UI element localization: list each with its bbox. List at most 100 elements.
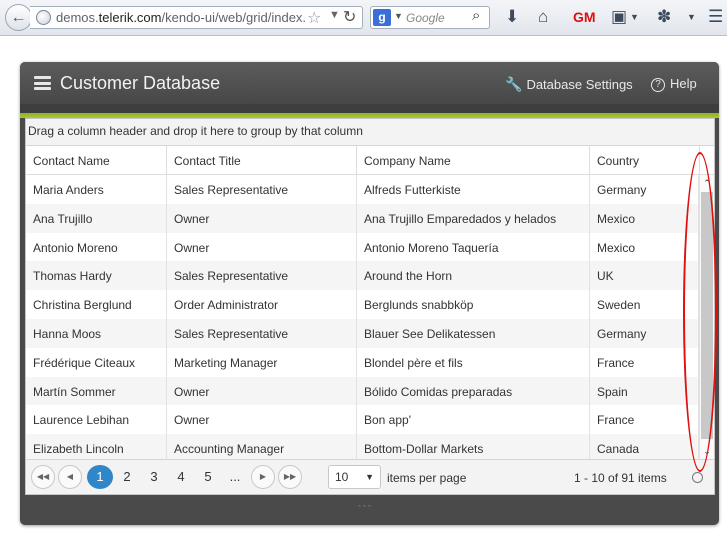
- globe-icon: [36, 10, 51, 25]
- cell-company-name: Berglunds snabbköp: [357, 290, 590, 319]
- cell-company-name: Blauer See Delikatessen: [357, 318, 590, 348]
- accent-bar: [20, 104, 719, 118]
- table-row[interactable]: Frédérique Citeaux Marketing Manager Blond…: [26, 347, 699, 377]
- table-row[interactable]: Antonio Moreno Owner Antonio Moreno Taquer…: [26, 232, 699, 262]
- search-box[interactable]: g ▼ Google ⌕: [370, 6, 490, 29]
- address-bar[interactable]: demos.telerik.com/kendo-ui/web/grid/inde…: [30, 6, 363, 29]
- download-icon[interactable]: ⬇: [505, 7, 519, 27]
- next-page-icon[interactable]: ▶: [251, 465, 275, 489]
- cell-country: Canada: [590, 434, 699, 459]
- engine-dropdown-icon[interactable]: ▼: [394, 11, 403, 21]
- page-size-select[interactable]: 10 ▼: [328, 465, 381, 489]
- page-3-button[interactable]: 3: [141, 465, 167, 489]
- page-1-button[interactable]: 1: [87, 465, 113, 489]
- back-arrow-icon[interactable]: ←: [5, 4, 32, 31]
- column-header-contact-title[interactable]: Contact Title: [167, 146, 357, 175]
- chevron-down-icon: ▼: [365, 472, 374, 482]
- extension-puzzle-icon[interactable]: ✽: [657, 7, 671, 27]
- grid-body: Maria Anders Sales Representative Alfreds …: [26, 175, 699, 459]
- cell-contact-name: Elizabeth Lincoln: [26, 434, 167, 459]
- cell-company-name: Ana Trujillo Emparedados y helados: [357, 203, 590, 233]
- column-header-contact-name[interactable]: Contact Name: [26, 146, 167, 175]
- cell-contact-name: Martín Sommer: [26, 376, 167, 406]
- cell-company-name: Bólido Comidas preparadas: [357, 376, 590, 406]
- customer-grid: Drag a column header and drop it here to…: [25, 118, 715, 495]
- cell-country: France: [590, 405, 699, 435]
- browser-toolbar: ← demos.telerik.com/kendo-ui/web/grid/in…: [0, 0, 727, 36]
- cell-company-name: Bottom-Dollar Markets: [357, 434, 590, 459]
- cell-country: Germany: [590, 175, 699, 204]
- database-settings-button[interactable]: 🔧 Database Settings: [505, 76, 633, 93]
- url-dropdown-icon[interactable]: ▼: [329, 9, 340, 21]
- page-2-button[interactable]: 2: [114, 465, 140, 489]
- cell-contact-name: Laurence Lebihan: [26, 405, 167, 435]
- home-icon[interactable]: ⌂: [538, 7, 548, 27]
- cell-contact-title: Accounting Manager: [167, 434, 357, 459]
- cell-contact-name: Maria Anders: [26, 175, 167, 204]
- menu-icon[interactable]: ☰: [708, 7, 723, 27]
- extension-dropdown-icon[interactable]: ▼: [687, 7, 696, 27]
- last-page-icon[interactable]: ▶▶: [278, 465, 302, 489]
- table-row[interactable]: Ana Trujillo Owner Ana Trujillo Emparedado…: [26, 203, 699, 233]
- cell-contact-title: Owner: [167, 376, 357, 406]
- table-row[interactable]: Thomas Hardy Sales Representative Around t…: [26, 261, 699, 291]
- cell-country: Mexico: [590, 232, 699, 262]
- cell-country: Mexico: [590, 203, 699, 233]
- hamburger-menu-icon[interactable]: [34, 76, 51, 90]
- cell-contact-title: Owner: [167, 405, 357, 435]
- table-row[interactable]: Maria Anders Sales Representative Alfreds …: [26, 175, 699, 204]
- pager-info: 1 - 10 of 91 items: [574, 471, 667, 485]
- table-row[interactable]: Laurence Lebihan Owner Bon app' France: [26, 405, 699, 435]
- cell-contact-title: Order Administrator: [167, 290, 357, 319]
- cell-company-name: Around the Horn: [357, 261, 590, 291]
- annotation-circle: [683, 152, 717, 472]
- cell-contact-title: Marketing Manager: [167, 347, 357, 377]
- column-header-country[interactable]: Country: [590, 146, 700, 175]
- first-page-icon[interactable]: ◀◀: [31, 465, 55, 489]
- cell-contact-name: Ana Trujillo: [26, 203, 167, 233]
- cell-country: Spain: [590, 376, 699, 406]
- table-row[interactable]: Martín Sommer Owner Bólido Comidas prepara…: [26, 376, 699, 406]
- bookmark-star-icon[interactable]: ☆: [307, 8, 321, 28]
- reload-icon[interactable]: ↻: [343, 7, 356, 27]
- extension-dropdown-icon[interactable]: ▼: [630, 7, 639, 27]
- cell-contact-name: Antonio Moreno: [26, 232, 167, 262]
- customer-database-window: Customer Database 🔧 Database Settings ? He…: [20, 62, 719, 525]
- search-input[interactable]: Google: [406, 11, 445, 25]
- google-icon[interactable]: g: [373, 9, 391, 26]
- refresh-icon[interactable]: [692, 472, 703, 483]
- help-icon: ?: [651, 78, 665, 92]
- prev-page-icon[interactable]: ◀: [58, 465, 82, 489]
- cell-company-name: Bon app': [357, 405, 590, 435]
- extension-box-icon[interactable]: ▣: [611, 7, 627, 27]
- cell-contact-name: Frédérique Citeaux: [26, 347, 167, 377]
- cell-contact-name: Thomas Hardy: [26, 261, 167, 291]
- cell-contact-title: Sales Representative: [167, 261, 357, 291]
- resize-grip-icon[interactable]: ˆˆˆ: [358, 504, 373, 514]
- more-pages-button[interactable]: ...: [222, 465, 248, 489]
- search-icon[interactable]: ⌕: [472, 7, 480, 24]
- group-drop-area[interactable]: Drag a column header and drop it here to…: [26, 119, 714, 146]
- cell-company-name: Alfreds Futterkiste: [357, 175, 590, 204]
- cell-contact-title: Sales Representative: [167, 318, 357, 348]
- cell-contact-title: Sales Representative: [167, 175, 357, 204]
- items-per-page-label: items per page: [387, 471, 467, 485]
- column-header-company-name[interactable]: Company Name: [357, 146, 590, 175]
- wrench-icon: 🔧: [505, 76, 523, 92]
- help-button[interactable]: ? Help: [651, 76, 697, 92]
- cell-contact-title: Owner: [167, 232, 357, 262]
- table-row[interactable]: Elizabeth Lincoln Accounting Manager Botto…: [26, 434, 699, 459]
- cell-contact-title: Owner: [167, 203, 357, 233]
- table-row[interactable]: Hanna Moos Sales Representative Blauer See…: [26, 318, 699, 348]
- url-text[interactable]: demos.telerik.com/kendo-ui/web/grid/inde…: [56, 10, 306, 25]
- cell-company-name: Blondel père et fils: [357, 347, 590, 377]
- cell-company-name: Antonio Moreno Taquería: [357, 232, 590, 262]
- page-title: Customer Database: [60, 73, 221, 93]
- grid-pager: ◀◀ ◀ 1 2 3 4 5 ... ▶ ▶▶ 10 ▼ items per pa…: [26, 459, 714, 494]
- table-row[interactable]: Christina Berglund Order Administrator Ber…: [26, 290, 699, 319]
- page-4-button[interactable]: 4: [168, 465, 194, 489]
- grid-header: Contact Name Contact Title Company Name …: [26, 146, 714, 175]
- page-5-button[interactable]: 5: [195, 465, 221, 489]
- extension-gm-icon[interactable]: GM: [573, 7, 596, 27]
- cell-contact-name: Hanna Moos: [26, 318, 167, 348]
